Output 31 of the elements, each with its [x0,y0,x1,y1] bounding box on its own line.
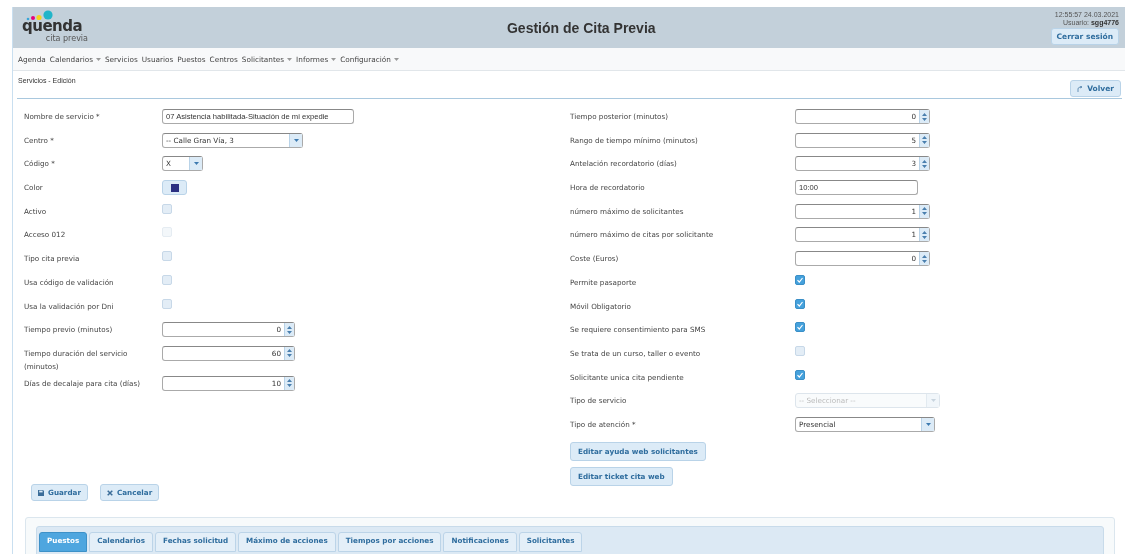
back-arrow-icon [1077,85,1084,92]
caret-icon [95,57,101,61]
stepper-buttons[interactable] [919,157,929,171]
caret-icon [193,162,199,166]
stepper-buttons[interactable] [284,323,294,337]
dropdown-button[interactable] [189,157,202,171]
stepper-buttons[interactable] [919,110,929,123]
caret-icon [287,57,293,61]
stepper-buttons[interactable] [919,228,929,242]
stepper-buttons[interactable] [919,204,929,218]
caret-icon [293,138,299,142]
logo-text: quenda [22,19,83,34]
checkbox[interactable] [795,322,805,333]
dropdown-button[interactable] [921,417,934,431]
stepper-buttons[interactable] [284,346,294,360]
checkbox[interactable] [795,274,805,285]
close-icon [106,489,113,496]
caret-icon [925,422,931,426]
stepper-buttons[interactable] [919,252,929,266]
caret-icon [331,57,337,61]
app-title: Gestión de Cita Previa [505,19,657,36]
caret-icon [930,399,936,403]
color-picker[interactable] [162,180,187,196]
caret-icon [393,57,399,61]
save-icon [38,489,44,496]
checkbox[interactable] [795,298,805,309]
dropdown-button[interactable] [289,133,302,147]
stepper-buttons[interactable] [919,133,929,147]
checkbox[interactable] [795,369,805,380]
stepper-buttons[interactable] [284,376,294,390]
logo-tagline: cita previa [45,34,88,43]
